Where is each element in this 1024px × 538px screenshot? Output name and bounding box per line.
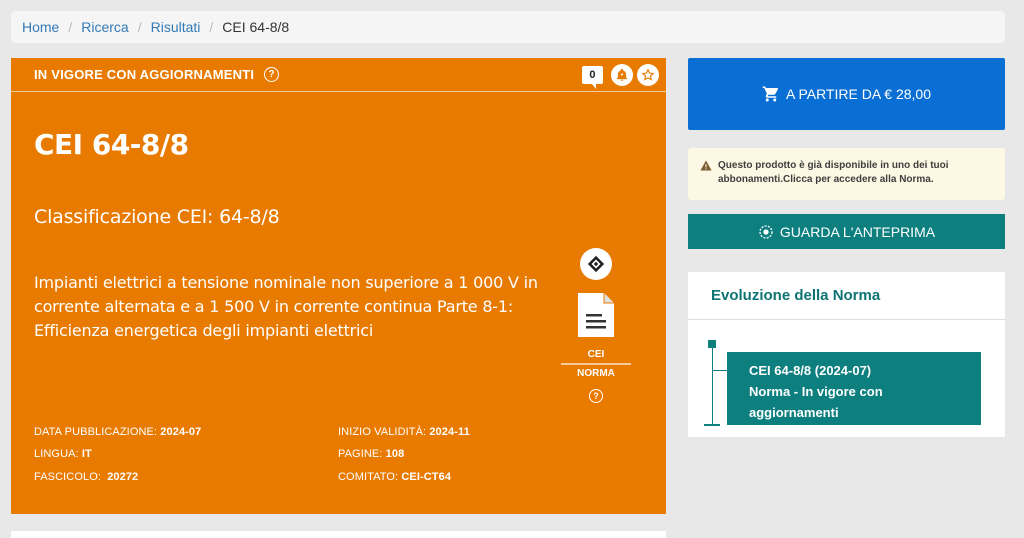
buy-button[interactable]: A PARTIRE DA € 28,00 [688,58,1005,130]
meta-comitato: COMITATO: CEI-CT64 [338,471,452,483]
breadcrumb: Home / Ricerca / Risultati / CEI 64-8/8 [11,11,1005,43]
norma-type-panel: CEI NORMA ? [561,248,631,403]
meta-pagine: PAGINE: 108 [338,448,405,460]
help-icon[interactable]: ? [589,389,603,403]
meta-data-pubblicazione: DATA PUBBLICAZIONE: 2024-07 [34,426,202,438]
comment-counter[interactable]: 0 [582,66,603,89]
timeline-tick [712,370,728,371]
help-icon[interactable]: ? [264,67,280,82]
norma-description: Impianti elettrici a tensione nominale n… [34,273,538,340]
norma-code: CEI 64-8/8 [34,128,189,161]
preview-label: GUARDA L'ANTEPRIMA [779,223,936,240]
document-icon [576,292,616,338]
buy-label: A PARTIRE DA € 28,00 [785,86,931,102]
status-actions: 0 [582,64,659,89]
breadcrumb-separator: / [137,19,142,35]
breadcrumb-separator: / [209,19,214,35]
timeline-foot [704,424,720,426]
status-bar: IN VIGORE CON AGGIORNAMENTI ? 0 [11,58,666,92]
timeline-line [712,344,713,425]
warning-icon [700,160,712,171]
notice-text: Questo prodotto è già disponibile in uno… [718,160,949,185]
meta-lingua: LINGUA: IT [34,448,92,460]
breadcrumb-home[interactable]: Home [22,19,59,35]
star-icon[interactable] [637,64,659,86]
evolution-title: Evoluzione della Norma [688,272,1005,320]
breadcrumb-risultati[interactable]: Risultati [151,19,201,35]
evolution-item-status-2: aggiornamenti [749,405,839,420]
meta-inizio-validita: INIZIO VALIDITÀ: 2024-11 [338,426,470,438]
norma-classification: Classificazione CEI: 64-8/8 [34,206,280,228]
bell-icon[interactable] [611,64,633,86]
evolution-item-status: Norma - In vigore con [749,384,883,399]
norma-type-cei: CEI [561,346,631,364]
eye-icon [759,224,773,239]
evolution-card: Evoluzione della Norma CEI 64-8/8 (2024-… [688,272,1005,437]
next-section-edge [11,531,666,538]
breadcrumb-ricerca[interactable]: Ricerca [81,19,128,35]
evolution-item[interactable]: CEI 64-8/8 (2024-07) Norma - In vigore c… [727,352,981,425]
breadcrumb-current: CEI 64-8/8 [222,19,290,35]
meta-fascicolo: FASCICOLO: 20272 [34,471,139,483]
subscription-notice[interactable]: Questo prodotto è già disponibile in uno… [688,148,1005,200]
preview-button[interactable]: GUARDA L'ANTEPRIMA [688,214,1005,249]
norma-type-label: NORMA [561,364,631,382]
breadcrumb-separator: / [68,19,73,35]
evolution-item-code: CEI 64-8/8 (2024-07) [749,363,872,378]
status-label: IN VIGORE CON AGGIORNAMENTI [34,67,255,82]
cart-icon [762,86,779,102]
diamond-icon[interactable] [580,248,612,280]
norma-card: IN VIGORE CON AGGIORNAMENTI ? 0 CEI 64-8… [11,58,666,514]
